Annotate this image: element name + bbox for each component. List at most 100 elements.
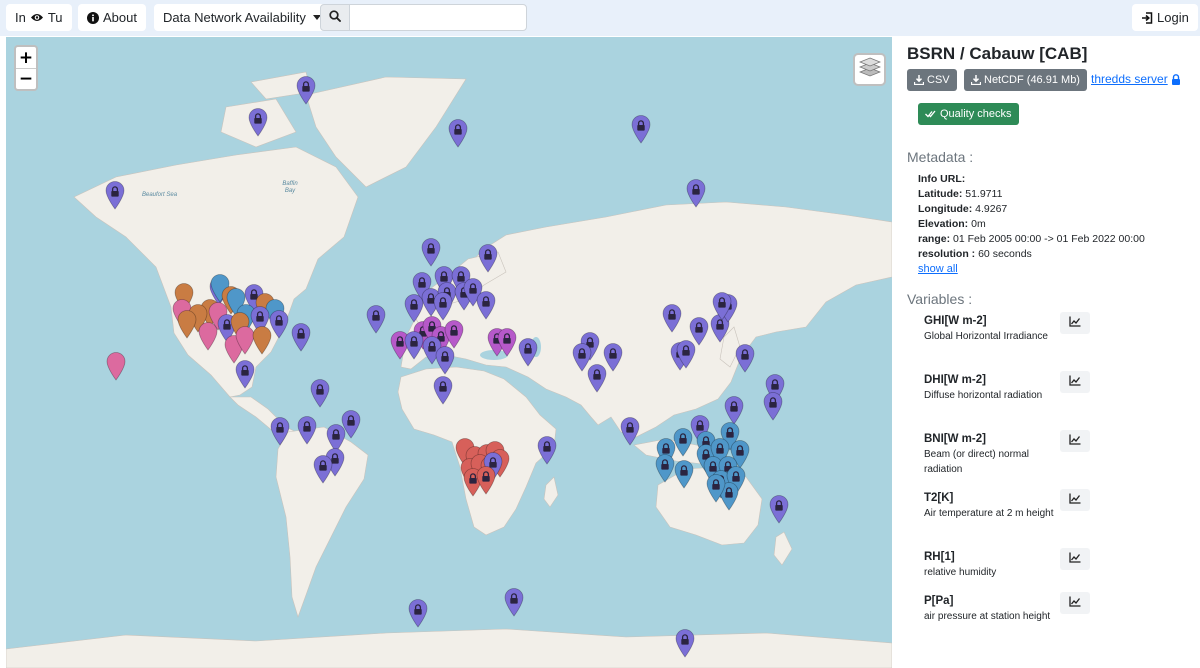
station-marker[interactable]: [448, 119, 468, 148]
station-marker[interactable]: [433, 376, 453, 405]
meta-info-url: Info URL:: [918, 173, 966, 185]
station-marker[interactable]: [476, 291, 496, 320]
variable-name: GHI[W m-2]: [924, 315, 987, 327]
beaufort-sea-label: Beaufort Sea: [142, 192, 178, 198]
meta-longitude: Longitude: 4.9267: [918, 203, 1008, 215]
station-marker[interactable]: [706, 474, 726, 503]
variable-item-rh: RH[1] relative humidity: [924, 550, 1069, 580]
variable-description: relative humidity: [924, 567, 997, 578]
station-marker[interactable]: [404, 331, 424, 360]
zoom-control: + −: [14, 45, 38, 91]
quality-checks-button[interactable]: Quality checks: [918, 103, 1019, 125]
station-marker[interactable]: [662, 304, 682, 333]
meta-latitude: Latitude: 51.9711: [918, 188, 1003, 200]
search-button[interactable]: [320, 4, 350, 31]
station-marker[interactable]: [366, 305, 386, 334]
plot-button-dhi[interactable]: [1060, 371, 1090, 393]
station-marker[interactable]: [235, 360, 255, 389]
station-marker[interactable]: [478, 244, 498, 273]
zoom-in-button[interactable]: +: [16, 47, 36, 68]
station-marker[interactable]: [676, 340, 696, 369]
meta-resolution: resolution : 60 seconds: [918, 248, 1032, 260]
double-check-icon: [925, 110, 936, 118]
station-title: BSRN / Cabauw [CAB]: [907, 44, 1088, 63]
station-marker[interactable]: [735, 344, 755, 373]
zoom-out-button[interactable]: −: [16, 68, 36, 89]
station-marker[interactable]: [769, 495, 789, 524]
station-marker[interactable]: [620, 417, 640, 446]
station-marker[interactable]: [408, 599, 428, 628]
station-marker[interactable]: [106, 352, 126, 381]
about-button[interactable]: About: [78, 4, 146, 31]
about-label: About: [103, 10, 137, 25]
metadata-heading: Metadata :: [907, 149, 974, 165]
variable-name: P[Pa]: [924, 595, 954, 607]
station-marker[interactable]: [476, 466, 496, 495]
station-marker[interactable]: [435, 346, 455, 375]
station-marker[interactable]: [297, 416, 317, 445]
search-input[interactable]: [349, 4, 527, 31]
sign-in-icon: [1141, 11, 1153, 24]
login-button[interactable]: Login: [1132, 4, 1198, 31]
layers-button[interactable]: [853, 53, 886, 86]
station-marker[interactable]: [587, 364, 607, 393]
plot-button-bni[interactable]: [1060, 430, 1090, 452]
station-marker[interactable]: [291, 323, 311, 352]
plot-button-rh[interactable]: [1060, 548, 1090, 570]
station-map[interactable]: Beaufort Sea Baffin Bay + −: [6, 37, 892, 668]
variable-item-dhi: DHI[W m-2] Diffuse horizontal radiation: [924, 373, 1069, 403]
quality-label: Quality checks: [940, 108, 1012, 120]
station-marker[interactable]: [177, 310, 197, 339]
metadata-list: Info URL: Latitude: 51.9711 Longitude: 4…: [918, 172, 1145, 277]
plot-button-t2[interactable]: [1060, 489, 1090, 511]
station-marker[interactable]: [712, 292, 732, 321]
logo-button[interactable]: In Tu: [6, 4, 72, 31]
thredds-label: thredds server: [1091, 72, 1168, 86]
station-marker[interactable]: [655, 454, 675, 483]
station-marker[interactable]: [296, 76, 316, 105]
station-marker[interactable]: [310, 379, 330, 408]
line-chart-icon: [1069, 594, 1081, 612]
station-marker[interactable]: [724, 396, 744, 425]
variable-description: Beam (or direct) normal radiation: [924, 449, 1030, 475]
station-marker[interactable]: [313, 455, 333, 484]
plot-button-ghi[interactable]: [1060, 312, 1090, 334]
station-marker[interactable]: [404, 294, 424, 323]
station-marker[interactable]: [252, 326, 272, 355]
netcdf-download-button[interactable]: NetCDF (46.91 Mb): [964, 69, 1087, 91]
dropdown-label: Data Network Availability: [163, 10, 306, 25]
thredds-server-link[interactable]: thredds server: [1091, 72, 1181, 86]
network-dropdown[interactable]: Data Network Availability: [154, 4, 334, 31]
line-chart-icon: [1069, 491, 1081, 509]
line-chart-icon: [1069, 314, 1081, 332]
station-marker[interactable]: [269, 310, 289, 339]
station-marker[interactable]: [537, 436, 557, 465]
station-marker[interactable]: [444, 320, 464, 349]
station-marker[interactable]: [518, 338, 538, 367]
lock-icon: [1171, 73, 1181, 85]
plot-button-p[interactable]: [1060, 592, 1090, 614]
download-icon: [914, 75, 924, 85]
line-chart-icon: [1069, 373, 1081, 391]
station-marker[interactable]: [270, 417, 290, 446]
station-marker[interactable]: [763, 392, 783, 421]
station-marker[interactable]: [198, 322, 218, 351]
show-all-link[interactable]: show all: [918, 262, 1145, 277]
station-marker[interactable]: [248, 108, 268, 137]
variable-name: RH[1]: [924, 551, 955, 563]
station-marker[interactable]: [675, 629, 695, 658]
station-marker[interactable]: [674, 460, 694, 489]
station-marker[interactable]: [631, 115, 651, 144]
login-label: Login: [1157, 10, 1189, 25]
station-marker[interactable]: [686, 179, 706, 208]
logo-suffix: Tu: [47, 10, 63, 25]
station-marker[interactable]: [105, 181, 125, 210]
variable-name: T2[K]: [924, 492, 954, 504]
variable-description: Global Horizontal Irradiance: [924, 331, 1048, 342]
csv-download-button[interactable]: CSV: [907, 69, 957, 91]
line-chart-icon: [1069, 550, 1081, 568]
station-marker[interactable]: [497, 328, 517, 357]
station-marker[interactable]: [421, 238, 441, 267]
station-marker[interactable]: [504, 588, 524, 617]
variable-item-ghi: GHI[W m-2] Global Horizontal Irradiance: [924, 314, 1069, 344]
